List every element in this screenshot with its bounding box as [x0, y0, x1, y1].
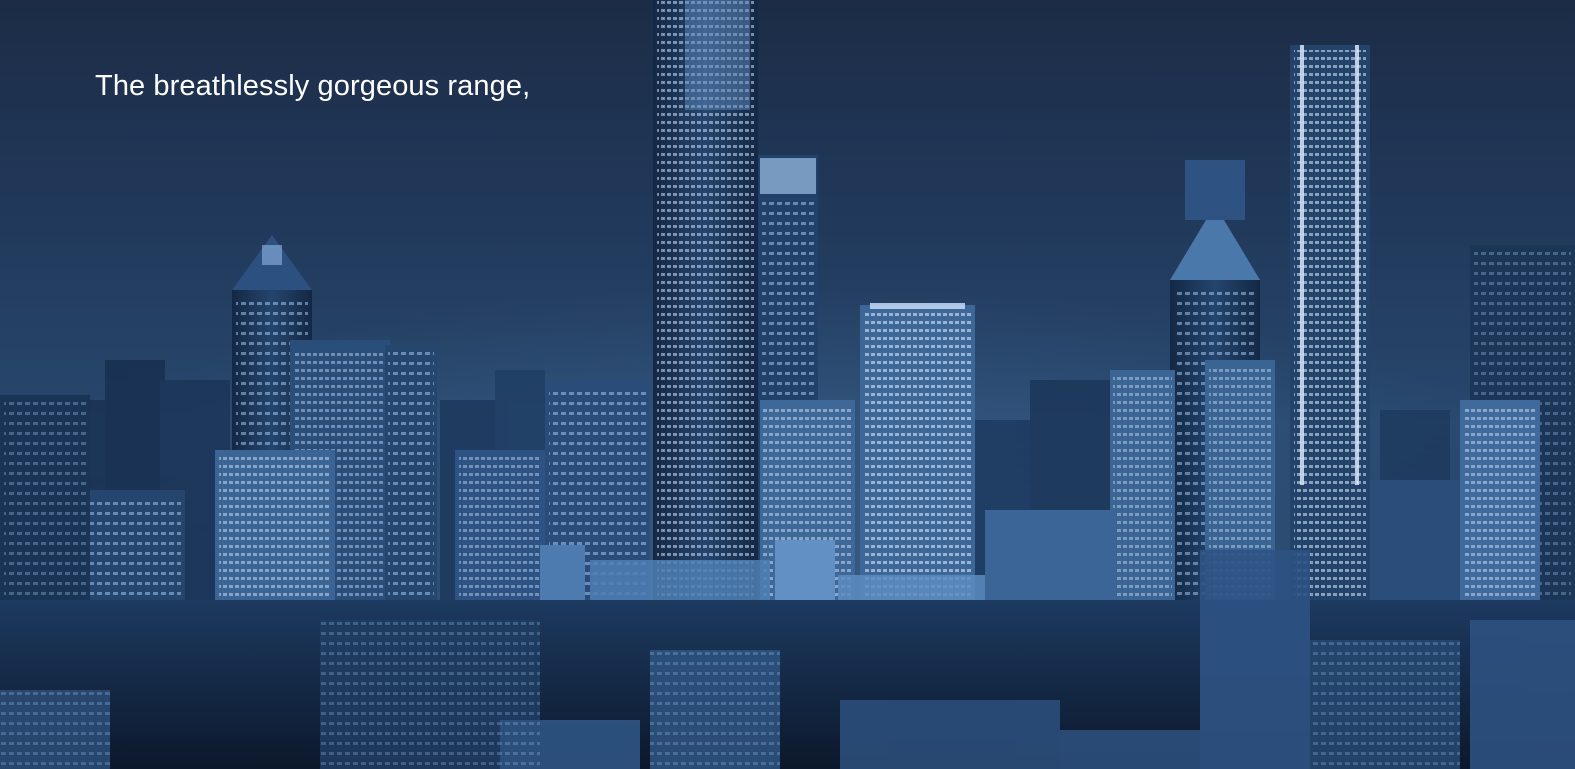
city-skyline-image: [0, 0, 1575, 769]
hero-headline: The breathlessly gorgeous range,: [95, 70, 531, 102]
hero-banner: The breathlessly gorgeous range,: [0, 0, 1575, 769]
